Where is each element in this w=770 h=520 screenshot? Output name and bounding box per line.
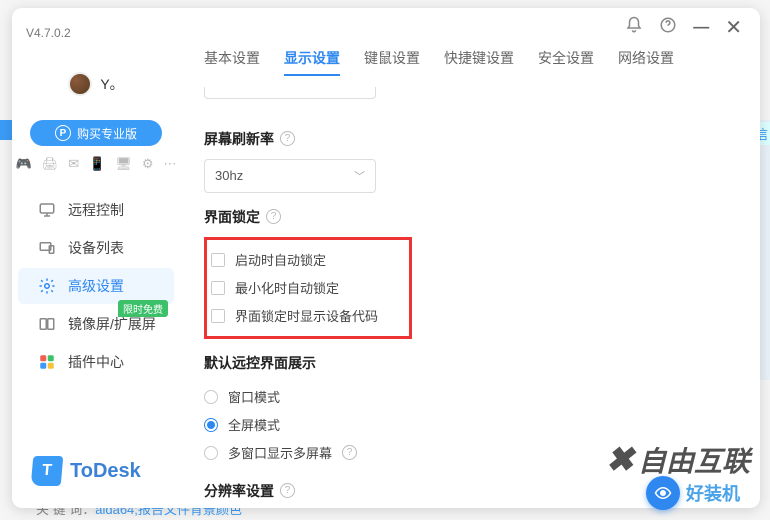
sidebar: V4.7.0.2 Y。 P 购买专业版 🎮 🖨 ✉ 📱 🖥 ⚙ ⋯ 远程控制 — [12, 8, 180, 508]
devices-icon — [38, 239, 56, 257]
buy-pro-button[interactable]: P 购买专业版 — [30, 120, 162, 146]
display-mode-label: 默认远控界面展示 — [204, 353, 736, 373]
gear-icon[interactable]: ⚙ — [142, 156, 154, 172]
footer-watermark: 好装机 — [646, 476, 740, 510]
limited-free-tag: 限时免费 — [118, 300, 168, 317]
help-icon[interactable]: ? — [280, 131, 295, 146]
mail-icon[interactable]: ✉ — [68, 156, 79, 172]
bell-icon[interactable] — [625, 16, 643, 39]
eye-icon — [646, 476, 680, 510]
app-window: V4.7.0.2 Y。 P 购买专业版 🎮 🖨 ✉ 📱 🖥 ⚙ ⋯ 远程控制 — [12, 8, 760, 508]
radio-window-mode[interactable]: 窗口模式 — [204, 383, 736, 411]
nav-advanced-settings[interactable]: 高级设置 — [18, 268, 174, 304]
help-icon[interactable] — [659, 16, 677, 39]
tab-basic[interactable]: 基本设置 — [204, 48, 260, 76]
tab-display[interactable]: 显示设置 — [284, 48, 340, 76]
device-type-icons: 🎮 🖨 ✉ 📱 🖥 ⚙ ⋯ — [12, 156, 180, 172]
lock-options-highlight: 启动时自动锁定 最小化时自动锁定 界面锁定时显示设备代码 — [204, 237, 412, 339]
gamepad-icon[interactable]: 🎮 — [16, 156, 32, 172]
tab-network[interactable]: 网络设置 — [618, 48, 674, 76]
chk-lock-on-start[interactable]: 启动时自动锁定 — [211, 246, 401, 274]
help-icon[interactable]: ? — [266, 209, 281, 224]
x-icon: ✖ — [605, 440, 634, 480]
tab-shortcuts[interactable]: 快捷键设置 — [444, 48, 514, 76]
radio-fullscreen-mode[interactable]: 全屏模式 — [204, 411, 736, 439]
nav-remote-control[interactable]: 远程控制 — [18, 192, 174, 228]
watermark: ✖ 自由互联 — [605, 440, 750, 480]
lock-section-label: 界面锁定 ? — [204, 207, 736, 227]
settings-tabs: 基本设置 显示设置 键鼠设置 快捷键设置 安全设置 网络设置 — [180, 48, 760, 87]
buy-pro-label: 购买专业版 — [77, 125, 137, 142]
refresh-rate-select[interactable]: 30hz ﹀ — [204, 159, 376, 193]
main-panel: — ✕ 基本设置 显示设置 键鼠设置 快捷键设置 安全设置 网络设置 简体中文 … — [180, 8, 760, 508]
brand-block: T ToDesk — [12, 442, 180, 508]
checkbox[interactable] — [211, 281, 225, 295]
brand-logo-icon: T — [31, 456, 64, 486]
close-button[interactable]: ✕ — [725, 15, 742, 40]
radio[interactable] — [204, 390, 218, 404]
refresh-rate-label: 屏幕刷新率 ? — [204, 129, 736, 149]
pro-badge-icon: P — [55, 125, 71, 141]
radio[interactable] — [204, 446, 218, 460]
nav-device-list[interactable]: 设备列表 — [18, 230, 174, 266]
tab-keyboard-mouse[interactable]: 键鼠设置 — [364, 48, 420, 76]
nav-mirror-screen[interactable]: 镜像屏/扩展屏 限时免费 — [18, 306, 174, 342]
checkbox[interactable] — [211, 309, 225, 323]
printer-icon[interactable]: 🖨 — [42, 156, 59, 172]
help-icon[interactable]: ? — [280, 483, 295, 498]
radio[interactable] — [204, 418, 218, 432]
version-label: V4.7.0.2 — [12, 26, 180, 40]
settings-icon — [38, 277, 56, 295]
plugin-icon — [38, 353, 56, 371]
phone-icon[interactable]: 📱 — [89, 156, 105, 172]
language-select-partial[interactable]: 简体中文 ▾ — [204, 87, 376, 99]
monitor-icon[interactable]: 🖥 — [115, 156, 132, 172]
help-icon[interactable]: ? — [342, 445, 357, 460]
monitor-icon — [38, 201, 56, 219]
nav-plugin-center[interactable]: 插件中心 — [18, 344, 174, 380]
tab-security[interactable]: 安全设置 — [538, 48, 594, 76]
username: Y。 — [100, 74, 123, 94]
chk-show-device-code[interactable]: 界面锁定时显示设备代码 — [211, 302, 401, 330]
mirror-icon — [38, 315, 56, 333]
brand-name: ToDesk — [70, 460, 141, 483]
checkbox[interactable] — [211, 253, 225, 267]
more-icon[interactable]: ⋯ — [163, 156, 176, 172]
user-block[interactable]: Y。 — [12, 72, 180, 96]
minimize-button[interactable]: — — [693, 19, 709, 37]
chevron-down-icon: ﹀ — [354, 168, 365, 184]
chk-lock-on-minimize[interactable]: 最小化时自动锁定 — [211, 274, 401, 302]
sidebar-nav: 远程控制 设备列表 高级设置 镜像屏/扩展屏 限时免费 — [12, 192, 180, 380]
avatar — [68, 72, 92, 96]
window-controls: — ✕ — [180, 8, 760, 48]
